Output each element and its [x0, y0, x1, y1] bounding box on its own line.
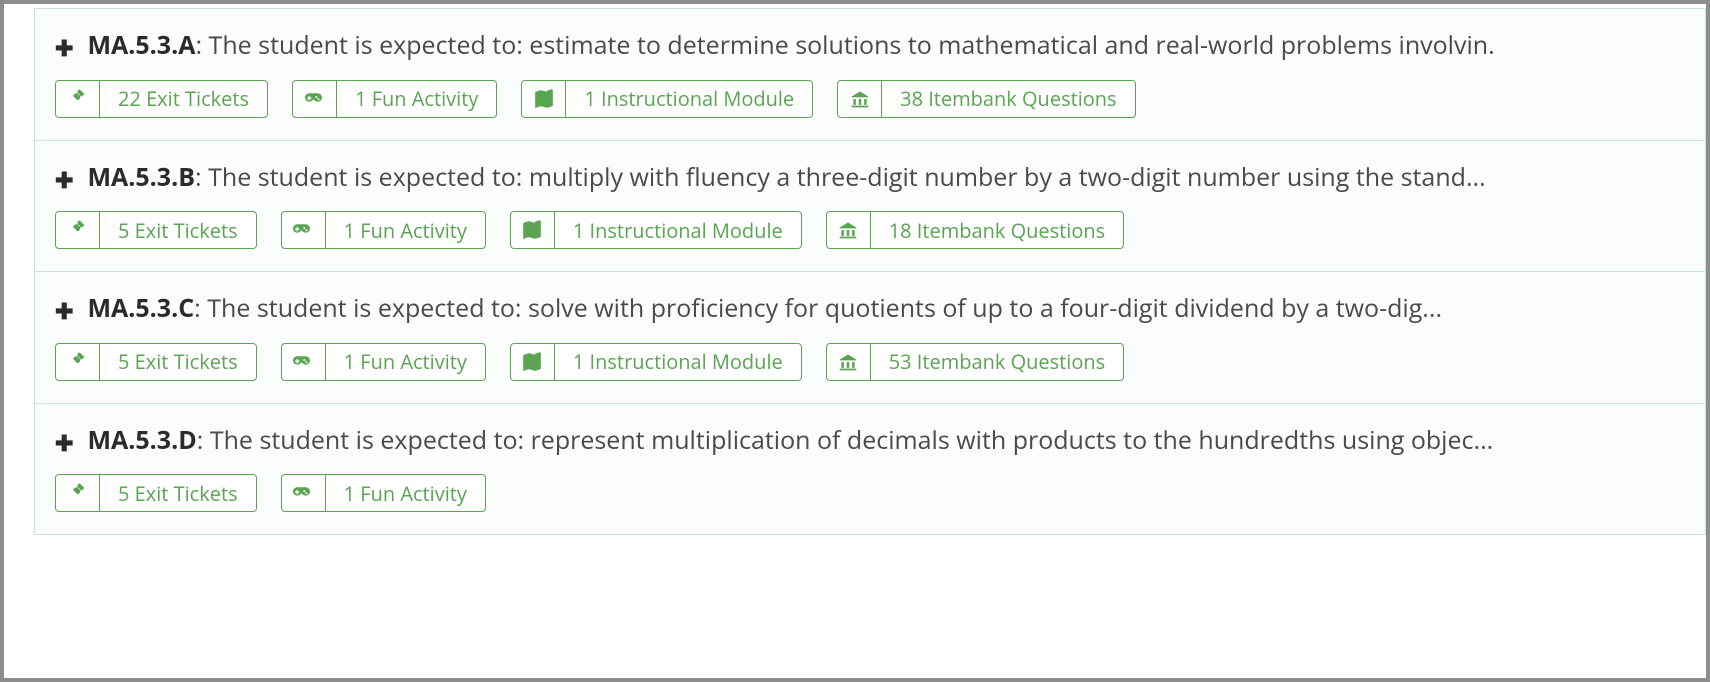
- badge-label: 1 Fun Activity: [326, 212, 485, 248]
- standard-header[interactable]: ✚ MA.5.3.A: The student is expected to: e…: [55, 29, 1685, 62]
- fun-activity-badge[interactable]: 1 Fun Activity: [281, 474, 486, 512]
- bank-icon: [838, 81, 882, 117]
- standard-description: The student is expected to: represent mu…: [210, 424, 1493, 457]
- badge-label: 5 Exit Tickets: [100, 475, 256, 511]
- standard-row: ✚ MA.5.3.B: The student is expected to: m…: [35, 141, 1705, 273]
- badge-label: 1 Fun Activity: [326, 344, 485, 380]
- fun-activity-badge[interactable]: 1 Fun Activity: [281, 343, 486, 381]
- badge-label: 1 Instructional Module: [566, 81, 812, 117]
- itembank-questions-badge[interactable]: 38 Itembank Questions: [837, 80, 1135, 118]
- standard-code: MA.5.3.A: [87, 29, 195, 62]
- ticket-icon: [56, 212, 100, 248]
- instructional-module-badge[interactable]: 1 Instructional Module: [521, 80, 813, 118]
- exit-tickets-badge[interactable]: 5 Exit Tickets: [55, 343, 257, 381]
- badge-label: 1 Instructional Module: [555, 212, 801, 248]
- standard-title: MA.5.3.A: The student is expected to: es…: [87, 29, 1685, 62]
- standard-title: MA.5.3.C: The student is expected to: so…: [87, 292, 1685, 325]
- exit-tickets-badge[interactable]: 5 Exit Tickets: [55, 474, 257, 512]
- standard-header[interactable]: ✚ MA.5.3.B: The student is expected to: m…: [55, 161, 1685, 194]
- fun-activity-badge[interactable]: 1 Fun Activity: [292, 80, 497, 118]
- map-icon: [511, 212, 555, 248]
- standard-header[interactable]: ✚ MA.5.3.C: The student is expected to: s…: [55, 292, 1685, 325]
- ticket-icon: [56, 475, 100, 511]
- standard-row: ✚ MA.5.3.A: The student is expected to: e…: [35, 9, 1705, 141]
- standard-code: MA.5.3.B: [87, 161, 195, 194]
- ticket-icon: [56, 81, 100, 117]
- standard-code: MA.5.3.D: [87, 424, 196, 457]
- expand-icon[interactable]: ✚: [55, 169, 73, 191]
- gamepad-icon: [293, 81, 337, 117]
- gamepad-icon: [282, 475, 326, 511]
- map-icon: [522, 81, 566, 117]
- fun-activity-badge[interactable]: 1 Fun Activity: [281, 211, 486, 249]
- exit-tickets-badge[interactable]: 22 Exit Tickets: [55, 80, 268, 118]
- standard-description: The student is expected to: estimate to …: [209, 29, 1495, 62]
- map-icon: [511, 344, 555, 380]
- standard-description: The student is expected to: multiply wit…: [208, 161, 1486, 194]
- badge-label: 1 Fun Activity: [337, 81, 496, 117]
- bank-icon: [827, 344, 871, 380]
- itembank-questions-badge[interactable]: 18 Itembank Questions: [826, 211, 1124, 249]
- instructional-module-badge[interactable]: 1 Instructional Module: [510, 211, 802, 249]
- expand-icon[interactable]: ✚: [55, 300, 73, 322]
- badge-label: 18 Itembank Questions: [871, 212, 1123, 248]
- standard-description: The student is expected to: solve with p…: [207, 292, 1442, 325]
- badges-row: 5 Exit Tickets 1 Fun Activity 1 Instructio…: [55, 211, 1685, 249]
- badge-label: 22 Exit Tickets: [100, 81, 267, 117]
- standard-row: ✚ MA.5.3.D: The student is expected to: r…: [35, 404, 1705, 536]
- itembank-questions-badge[interactable]: 53 Itembank Questions: [826, 343, 1124, 381]
- badge-label: 38 Itembank Questions: [882, 81, 1134, 117]
- standard-title: MA.5.3.B: The student is expected to: mu…: [87, 161, 1685, 194]
- standard-header[interactable]: ✚ MA.5.3.D: The student is expected to: r…: [55, 424, 1685, 457]
- standard-title: MA.5.3.D: The student is expected to: re…: [87, 424, 1685, 457]
- badges-row: 5 Exit Tickets 1 Fun Activity: [55, 474, 1685, 512]
- standards-panel: ✚ MA.5.3.A: The student is expected to: e…: [34, 8, 1706, 535]
- bank-icon: [827, 212, 871, 248]
- badge-label: 53 Itembank Questions: [871, 344, 1123, 380]
- badge-label: 1 Instructional Module: [555, 344, 801, 380]
- gamepad-icon: [282, 212, 326, 248]
- badge-label: 5 Exit Tickets: [100, 212, 256, 248]
- gamepad-icon: [282, 344, 326, 380]
- expand-icon[interactable]: ✚: [55, 432, 73, 454]
- ticket-icon: [56, 344, 100, 380]
- standard-row: ✚ MA.5.3.C: The student is expected to: s…: [35, 272, 1705, 404]
- badges-row: 5 Exit Tickets 1 Fun Activity 1 Instructio…: [55, 343, 1685, 381]
- instructional-module-badge[interactable]: 1 Instructional Module: [510, 343, 802, 381]
- standard-code: MA.5.3.C: [87, 292, 194, 325]
- expand-icon[interactable]: ✚: [55, 37, 73, 59]
- badge-label: 1 Fun Activity: [326, 475, 485, 511]
- badge-label: 5 Exit Tickets: [100, 344, 256, 380]
- exit-tickets-badge[interactable]: 5 Exit Tickets: [55, 211, 257, 249]
- badges-row: 22 Exit Tickets 1 Fun Activity 1 Instructi…: [55, 80, 1685, 118]
